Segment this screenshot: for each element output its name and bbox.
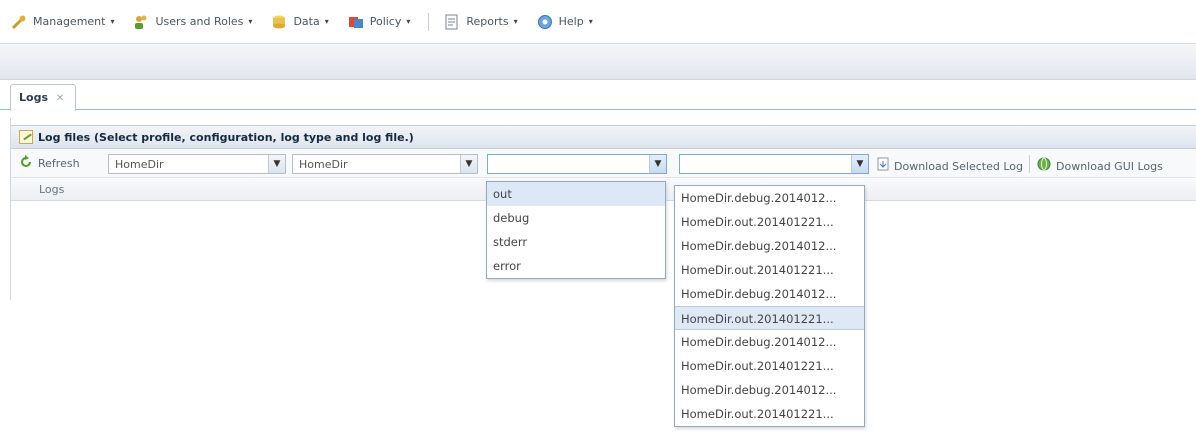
logtype-option[interactable]: out [487, 182, 665, 206]
logfile-value [680, 155, 851, 173]
help-icon [536, 13, 554, 31]
profile-value: HomeDir [115, 158, 164, 171]
chevron-down-icon[interactable]: ▼ [460, 155, 477, 173]
menu-reports[interactable]: Reports ▾ [443, 10, 518, 34]
edit-document-icon [19, 130, 33, 144]
menu-policy[interactable]: Policy ▾ [347, 10, 411, 34]
configuration-select[interactable]: HomeDir ▼ [292, 154, 478, 174]
logfile-option[interactable]: HomeDir.out.201401221... [675, 402, 864, 426]
refresh-icon [19, 154, 33, 173]
logfile-select[interactable]: ▼ [679, 154, 869, 174]
menu-management-label: Management [33, 15, 106, 28]
logfile-option[interactable]: HomeDir.debug.2014012... [675, 186, 864, 210]
logfile-option[interactable]: HomeDir.debug.2014012... [675, 330, 864, 354]
wrench-icon [10, 13, 28, 31]
logs-column-header[interactable]: Logs [39, 183, 64, 196]
log-toolbar: Refresh HomeDir ▼ HomeDir ▼ ▼ ▼ Download… [11, 150, 1196, 178]
chevron-down-icon[interactable]: ▼ [649, 155, 666, 173]
logfile-option[interactable]: HomeDir.out.201401221... [675, 354, 864, 378]
reports-icon [443, 13, 461, 31]
chevron-down-icon[interactable]: ▼ [851, 155, 868, 173]
main-menubar: Management ▾ Users and Roles ▾ Data ▾ Po… [0, 0, 1196, 44]
menu-management[interactable]: Management ▾ [10, 10, 114, 34]
menu-users-and-roles-label: Users and Roles [155, 15, 244, 28]
tab-strip: Logs ✕ [0, 80, 1196, 111]
logfile-option[interactable]: HomeDir.out.201401221... [675, 306, 864, 330]
logfile-option[interactable]: HomeDir.out.201401221... [675, 258, 864, 282]
logfile-option[interactable]: HomeDir.out.201401221... [675, 210, 864, 234]
logtype-select[interactable]: ▼ [487, 154, 667, 174]
menu-data[interactable]: Data ▾ [270, 10, 329, 34]
close-icon[interactable]: ✕ [56, 93, 64, 104]
chevron-down-icon: ▾ [513, 17, 518, 26]
download-gui-logs-label: Download GUI Logs [1056, 159, 1163, 173]
toolbar-separator [1029, 155, 1030, 173]
logfile-option[interactable]: HomeDir.debug.2014012... [675, 378, 864, 402]
logtype-option[interactable]: debug [487, 206, 665, 230]
chevron-down-icon[interactable]: ▼ [268, 155, 285, 173]
menu-policy-label: Policy [369, 15, 402, 28]
menu-users-and-roles[interactable]: Users and Roles ▾ [132, 10, 252, 34]
chevron-down-icon: ▾ [110, 17, 115, 26]
chevron-down-icon: ▾ [406, 17, 411, 26]
users-icon [132, 13, 150, 31]
chevron-down-icon: ▾ [588, 17, 593, 26]
download-file-icon [877, 157, 889, 175]
panel-header: Log files (Select profile, configuration… [11, 125, 1196, 149]
menu-help[interactable]: Help ▾ [536, 10, 593, 34]
download-selected-log-button[interactable]: Download Selected Log [877, 157, 1023, 175]
globe-icon [1037, 157, 1051, 175]
menu-separator [428, 12, 430, 31]
database-icon [270, 13, 288, 31]
chevron-down-icon: ▾ [324, 17, 329, 26]
logfile-dropdown-list: HomeDir.debug.2014012... HomeDir.out.2014… [674, 185, 865, 427]
download-selected-log-label: Download Selected Log [894, 159, 1024, 173]
logtype-option[interactable]: stderr [487, 230, 665, 254]
menu-reports-label: Reports [466, 15, 509, 28]
tab-logs-label: Logs [19, 91, 48, 104]
tab-logs[interactable]: Logs ✕ [10, 84, 76, 111]
logfile-option[interactable]: HomeDir.debug.2014012... [675, 282, 864, 306]
menu-help-label: Help [558, 15, 584, 28]
logtype-dropdown-list: out debug stderr error [486, 181, 666, 279]
policy-icon [347, 13, 365, 31]
header-banner [0, 44, 1196, 80]
configuration-value: HomeDir [299, 158, 348, 171]
refresh-button[interactable]: Refresh [19, 154, 80, 173]
logtype-value [488, 155, 649, 173]
logtype-option[interactable]: error [487, 254, 665, 278]
chevron-down-icon: ▾ [248, 17, 253, 26]
logfile-option[interactable]: HomeDir.debug.2014012... [675, 234, 864, 258]
menu-data-label: Data [293, 15, 320, 28]
download-gui-logs-button[interactable]: Download GUI Logs [1037, 157, 1163, 175]
panel-title: Log files (Select profile, configuration… [38, 130, 414, 144]
profile-select[interactable]: HomeDir ▼ [108, 154, 286, 174]
refresh-label: Refresh [38, 157, 80, 170]
